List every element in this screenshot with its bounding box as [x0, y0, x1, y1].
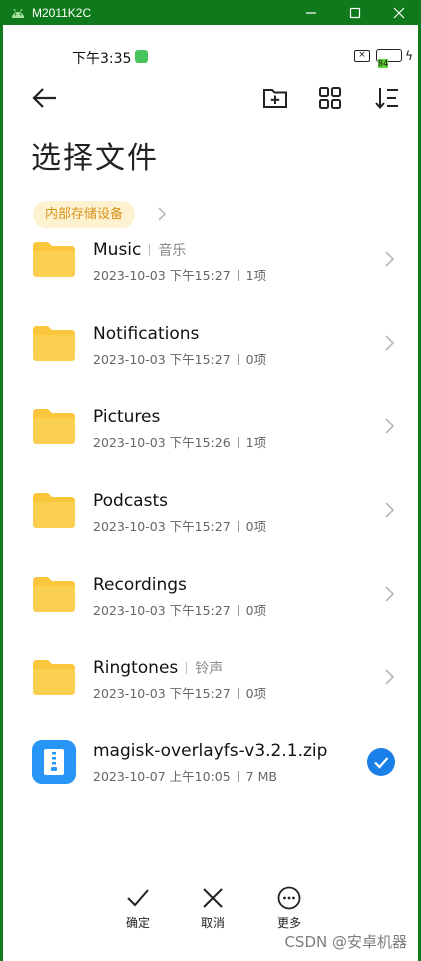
folder-icon [33, 409, 75, 444]
file-row[interactable]: Notifications 2023-10-03 下午15:27 0项 [3, 316, 418, 386]
file-name: Ringtones 铃声 [93, 658, 224, 678]
file-name: Recordings [93, 575, 187, 595]
page-title: 选择文件 [31, 141, 159, 176]
file-row[interactable]: Pictures 2023-10-03 下午15:26 1项 [3, 399, 418, 469]
chevron-right-icon [384, 501, 395, 519]
check-icon [127, 889, 149, 907]
file-meta: 2023-10-03 下午15:27 0项 [93, 352, 267, 367]
file-name: Music 音乐 [93, 240, 187, 260]
file-meta: 2023-10-03 下午15:27 0项 [93, 519, 267, 534]
notification-icon [135, 50, 148, 63]
selected-check-icon[interactable] [367, 748, 395, 776]
chevron-right-icon [384, 417, 395, 435]
chevron-right-icon [384, 250, 395, 268]
more-label: 更多 [276, 916, 301, 930]
grid-view-icon[interactable] [316, 84, 344, 112]
file-row[interactable]: Podcasts 2023-10-03 下午15:27 0项 [3, 483, 418, 553]
file-name: Podcasts [93, 491, 168, 511]
folder-alias-tag: 铃声 [186, 661, 223, 677]
cancel-button[interactable]: 取消 [183, 885, 243, 935]
file-name: magisk-overlayfs-v3.2.1.zip [93, 741, 328, 761]
file-row[interactable]: Recordings 2023-10-03 下午15:27 0项 [3, 567, 418, 637]
file-meta: 2023-10-03 下午15:27 1项 [93, 268, 267, 283]
chevron-right-icon [384, 668, 395, 686]
folder-icon [33, 326, 75, 361]
close-window-button[interactable] [377, 0, 421, 25]
new-folder-icon[interactable] [261, 84, 289, 112]
breadcrumb-chevron-icon [156, 206, 168, 222]
file-meta: 2023-10-03 下午15:26 1项 [93, 435, 267, 450]
file-name: Notifications [93, 324, 200, 344]
chevron-right-icon [384, 334, 395, 352]
folder-icon [33, 493, 75, 528]
confirm-button[interactable]: 确定 [108, 885, 168, 935]
window-title: M2011K2C [32, 5, 92, 20]
file-meta: 2023-10-03 下午15:27 0项 [93, 686, 267, 701]
zip-file-icon [32, 740, 76, 784]
status-time: 下午3:35 [72, 51, 132, 67]
folder-alias-tag: 音乐 [149, 243, 186, 259]
chevron-right-icon [384, 585, 395, 603]
file-row[interactable]: magisk-overlayfs-v3.2.1.zip 2023-10-07 上午… [3, 733, 418, 803]
more-icon [277, 886, 301, 910]
charging-icon: ϟ [405, 49, 413, 63]
sort-icon[interactable] [373, 84, 401, 112]
confirm-label: 确定 [125, 916, 150, 930]
file-meta: 2023-10-07 上午10:05 7 MB [93, 769, 277, 784]
window-titlebar[interactable]: M2011K2C [0, 0, 421, 25]
minimize-button[interactable] [289, 0, 333, 25]
battery-icon: 84 [376, 49, 402, 68]
android-app-icon [10, 5, 26, 21]
file-row[interactable]: Ringtones 铃声 2023-10-03 下午15:27 0项 [3, 650, 418, 720]
status-bar: 下午3:35 × 84 ϟ [3, 40, 418, 74]
folder-icon [33, 577, 75, 612]
folder-icon [33, 242, 75, 277]
file-row[interactable]: Music 音乐 2023-10-03 下午15:27 1项 [3, 232, 418, 302]
back-arrow-icon[interactable] [30, 83, 60, 113]
battery-level: 84 [378, 59, 389, 68]
maximize-button[interactable] [333, 0, 377, 25]
file-meta: 2023-10-03 下午15:27 0项 [93, 603, 267, 618]
watermark: CSDN @安卓机器 [284, 933, 407, 951]
close-icon [203, 888, 223, 908]
no-sim-icon: × [354, 50, 370, 62]
file-name: Pictures [93, 407, 161, 427]
cancel-label: 取消 [200, 916, 225, 930]
breadcrumb-internal-storage[interactable]: 内部存储设备 [33, 201, 136, 228]
folder-icon [33, 660, 75, 695]
more-button[interactable]: 更多 [259, 885, 319, 935]
